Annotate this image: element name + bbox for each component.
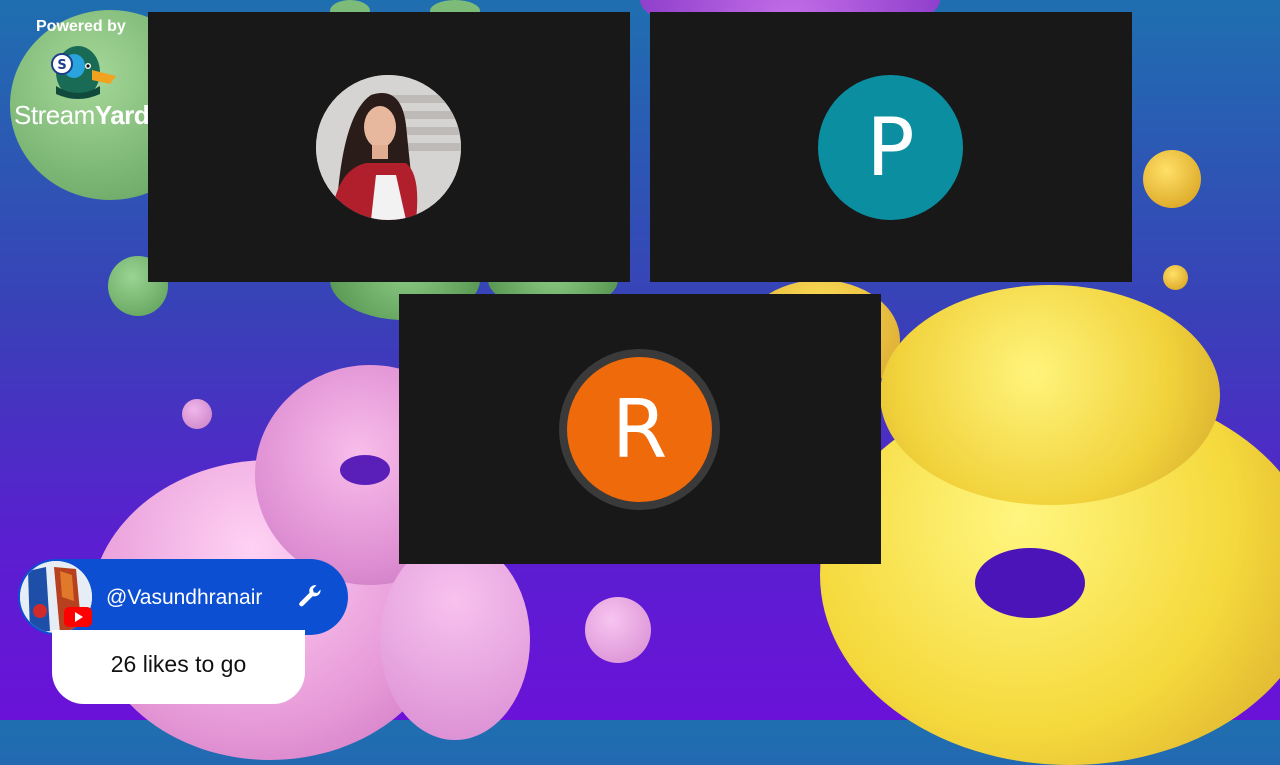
participant-tile[interactable]: P (650, 12, 1132, 282)
streamyard-duck-icon: S (51, 46, 116, 99)
likes-goal-text: 26 likes to go (110, 651, 247, 677)
bg-yellow-blob (1143, 150, 1201, 208)
bg-yellow-torus (880, 285, 1220, 505)
bg-torus-hole (975, 548, 1085, 618)
bg-pink-blob (585, 597, 651, 663)
participant-avatar (316, 75, 461, 220)
wrench-icon (299, 585, 321, 607)
user-photo-icon (316, 75, 461, 220)
streamyard-logo-text: StreamYard (14, 100, 150, 130)
commenter-username: @Vasundhranair (106, 586, 263, 609)
likes-goal-box: 26 likes to go (52, 630, 305, 704)
bg-torus-hole (340, 455, 390, 485)
participant-initial-avatar: R (567, 357, 712, 502)
powered-by-label: Powered by (36, 18, 126, 35)
bg-pink-torus (380, 540, 530, 740)
participant-tile[interactable] (148, 12, 630, 282)
youtube-icon (64, 607, 92, 627)
comment-banner: @Vasundhranair (18, 559, 348, 635)
bg-pink-blob (182, 399, 212, 429)
bg-yellow-blob (1163, 265, 1188, 290)
participant-initial-avatar: P (818, 75, 963, 220)
participant-tile[interactable]: R (399, 294, 881, 564)
svg-text:S: S (57, 58, 66, 73)
